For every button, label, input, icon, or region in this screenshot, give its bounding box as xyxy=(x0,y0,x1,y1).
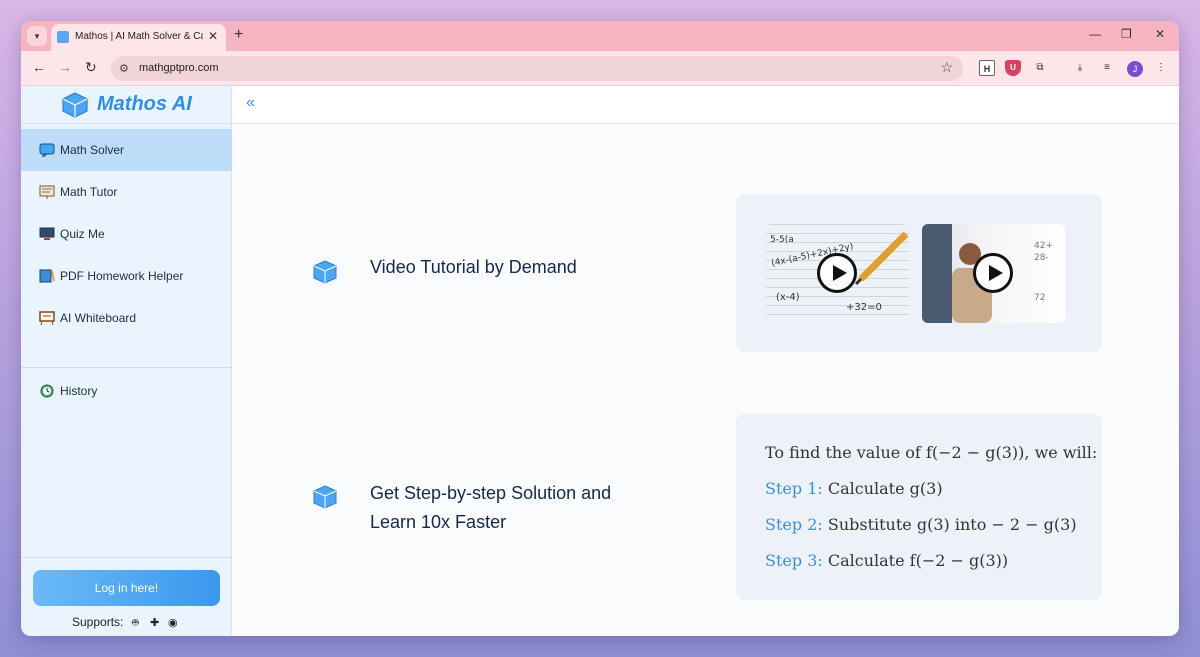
login-button[interactable]: Log in here! xyxy=(33,570,220,606)
media-controls-icon[interactable]: ≡ xyxy=(1099,60,1115,76)
play-button[interactable] xyxy=(973,253,1013,293)
solution-step-2: Step 2: Substitute g(3) into − 2 − g(3) xyxy=(765,515,1077,534)
puzzle-extension-icon[interactable]: ✚ xyxy=(150,616,159,629)
play-button[interactable] xyxy=(817,253,857,293)
android-icon[interactable]: 🤖︎ xyxy=(132,616,139,631)
back-icon[interactable]: ← xyxy=(32,59,46,75)
sidebar-item-label: Quiz Me xyxy=(60,227,105,241)
url-text[interactable]: mathgptpro.com xyxy=(139,62,218,74)
close-tab-icon[interactable]: ✕ xyxy=(208,29,218,43)
sidebar-divider xyxy=(21,367,232,368)
solution-step-3: Step 3: Calculate f(−2 − g(3)) xyxy=(765,551,1008,570)
sidebar-item-label: AI Whiteboard xyxy=(60,311,137,325)
mathos-logo-icon xyxy=(62,92,88,118)
svg-text:28-: 28- xyxy=(1034,253,1049,263)
extension-h-icon[interactable]: H xyxy=(979,60,995,76)
step-label: Step 3: xyxy=(765,551,823,570)
browser-tab[interactable]: Mathos | AI Math Solver & Calc ✕ xyxy=(51,24,226,51)
mathos-favicon-icon xyxy=(57,31,69,43)
sidebar-item-label: Math Solver xyxy=(60,143,125,157)
feature-title-line-2: Learn 10x Faster xyxy=(370,512,507,532)
site-info-icon[interactable]: ⚙ xyxy=(119,62,129,75)
sidebar-item-label: History xyxy=(60,384,98,398)
step-text: Substitute g(3) into − 2 − g(3) xyxy=(827,515,1077,534)
browser-toolbar: ← → ↻ ⚙ mathgptpro.com ☆ H U ⧉ ⤓ ≡ J ⋮ xyxy=(21,51,1179,86)
video-tutorial-card: 5-5(a (4x-(a-5)+2x)+2y) (x-4) +32=0 42+ … xyxy=(736,194,1102,352)
tab-strip: ▾ Mathos | AI Math Solver & Calc ✕ + — ❐… xyxy=(21,21,1179,51)
tutor-board-icon xyxy=(39,185,55,199)
brand-name: Mathos AI xyxy=(97,93,192,115)
svg-text:+32=0: +32=0 xyxy=(846,302,882,313)
menu-dots-icon[interactable]: ⋮ xyxy=(1153,60,1169,76)
sidebar-item-history[interactable]: History xyxy=(21,370,232,412)
svg-text:(x-4): (x-4) xyxy=(776,292,800,303)
collapse-sidebar-button[interactable]: « xyxy=(246,94,255,112)
extensions-puzzle-icon[interactable]: ⧉ xyxy=(1032,60,1048,76)
sidebar-item-math-solver[interactable]: Math Solver xyxy=(21,129,232,171)
play-icon xyxy=(833,265,847,281)
sidebar-item-pdf-homework-helper[interactable]: PDF Homework Helper xyxy=(21,255,232,297)
svg-text:5-5(a: 5-5(a xyxy=(770,235,794,245)
step-label: Step 2: xyxy=(765,515,823,534)
svg-text:42+: 42+ xyxy=(1034,241,1053,251)
solution-card: To find the value of f(−2 − g(3)), we wi… xyxy=(736,414,1102,600)
sidebar-footer-divider xyxy=(21,557,232,558)
sidebar-item-quiz-me[interactable]: Quiz Me xyxy=(21,213,232,255)
svg-text:72: 72 xyxy=(1034,293,1045,303)
feature-title-video-tutorial: Video Tutorial by Demand xyxy=(370,257,577,277)
close-window-icon[interactable]: ✕ xyxy=(1155,27,1165,41)
solution-step-1: Step 1: Calculate g(3) xyxy=(765,479,943,498)
monitor-icon xyxy=(39,227,55,240)
discord-icon[interactable]: ◉ xyxy=(168,616,178,629)
main-header: « xyxy=(232,86,1179,124)
solution-intro: To find the value of f(−2 − g(3)), we wi… xyxy=(765,443,1098,462)
new-tab-button[interactable]: + xyxy=(234,26,243,44)
main-content: « Video Tutorial by Demand 5-5(a (4x-(a-… xyxy=(232,86,1179,636)
video-thumbnail-equations[interactable]: 5-5(a (4x-(a-5)+2x)+2y) (x-4) +32=0 xyxy=(766,224,909,323)
video-thumbnail-teacher[interactable]: 42+ 28- 72 xyxy=(922,224,1065,323)
sidebar: Mathos AI Math Solver Math Tutor Quiz Me… xyxy=(21,86,232,636)
mathos-cube-icon xyxy=(313,485,337,509)
whiteboard-icon xyxy=(39,311,55,325)
feature-title-step-by-step: Get Step-by-step Solution and Learn 10x … xyxy=(370,479,611,537)
step-text: Calculate g(3) xyxy=(827,479,943,498)
profile-avatar[interactable]: J xyxy=(1127,61,1143,77)
download-icon[interactable]: ⤓ xyxy=(1072,60,1088,76)
minimize-icon[interactable]: — xyxy=(1089,27,1101,41)
step-text: Calculate f(−2 − g(3)) xyxy=(827,551,1009,570)
mathos-cube-icon xyxy=(313,260,337,284)
step-label: Step 1: xyxy=(765,479,823,498)
supports-label: Supports: xyxy=(72,615,124,629)
bookmark-star-icon[interactable]: ☆ xyxy=(940,59,953,76)
tab-title: Mathos | AI Math Solver & Calc xyxy=(75,31,203,42)
sidebar-item-label: Math Tutor xyxy=(60,185,118,199)
sidebar-item-label: PDF Homework Helper xyxy=(60,269,184,283)
play-icon xyxy=(989,265,1003,281)
tab-search-icon[interactable]: ▾ xyxy=(27,26,47,46)
sidebar-item-ai-whiteboard[interactable]: AI Whiteboard xyxy=(21,297,232,339)
address-bar[interactable]: ⚙ mathgptpro.com ☆ xyxy=(111,56,963,81)
sidebar-item-math-tutor[interactable]: Math Tutor xyxy=(21,171,232,213)
book-pen-icon xyxy=(39,269,55,283)
feature-title-line-1: Get Step-by-step Solution and xyxy=(370,483,612,503)
restore-icon[interactable]: ❐ xyxy=(1121,27,1132,41)
forward-icon[interactable]: → xyxy=(58,59,72,75)
browser-window: ▾ Mathos | AI Math Solver & Calc ✕ + — ❐… xyxy=(21,21,1179,636)
clock-icon xyxy=(40,384,54,398)
reload-icon[interactable]: ↻ xyxy=(85,59,97,76)
extension-shield-icon[interactable]: U xyxy=(1005,60,1021,76)
chat-bubble-icon xyxy=(39,143,55,157)
brand-header[interactable]: Mathos AI xyxy=(21,86,232,124)
